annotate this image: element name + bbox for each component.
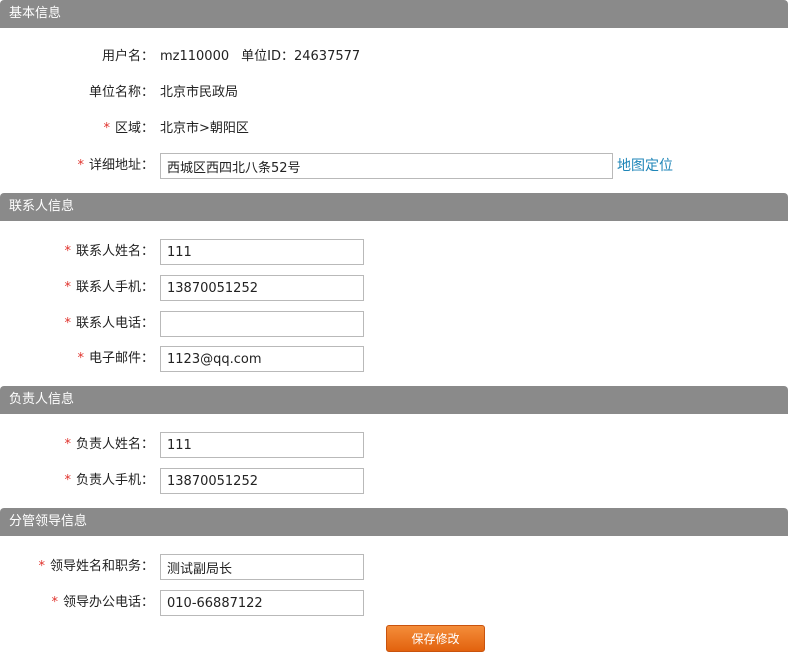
- username-value: mz110000: [160, 49, 230, 64]
- address-label-group: * 详细地址：: [77, 152, 154, 180]
- principal-mobile-label-group: * 负责人手机：: [64, 467, 154, 495]
- principal-mobile-label: 负责人手机：: [75, 473, 154, 488]
- required-mark: *: [103, 121, 110, 136]
- unit-id-label: 单位ID：: [241, 49, 294, 64]
- principal-name-row: * 负责人姓名：: [0, 431, 788, 459]
- region-label-group: * 区域：: [103, 115, 154, 143]
- leader-office-phone-input[interactable]: [160, 590, 364, 616]
- username-value-group: mz110000 单位ID：24637577: [160, 43, 360, 71]
- email-label-group: * 电子邮件：: [77, 345, 154, 373]
- contact-name-label-group: * 联系人姓名：: [64, 238, 154, 266]
- contact-phone-label-group: * 联系人电话：: [64, 310, 154, 338]
- unit-name-value: 北京市民政局: [160, 85, 239, 100]
- contact-name-row: * 联系人姓名：: [0, 238, 788, 266]
- leader-office-phone-row: * 领导办公电话：: [0, 589, 788, 617]
- map-locate-link[interactable]: 地图定位: [617, 152, 673, 180]
- leader-name-title-row: * 领导姓名和职务：: [0, 553, 788, 581]
- contact-name-label: 联系人姓名：: [75, 244, 154, 259]
- principal-mobile-row: * 负责人手机：: [0, 467, 788, 495]
- contact-phone-input[interactable]: [160, 311, 364, 337]
- required-mark: *: [64, 280, 71, 295]
- unit-name-row: 单位名称： 北京市民政局: [0, 79, 788, 107]
- region-row: * 区域： 北京市>朝阳区: [0, 115, 788, 143]
- leader-name-title-label-group: * 领导姓名和职务：: [38, 553, 154, 581]
- leader-name-title-input[interactable]: [160, 554, 364, 580]
- address-label: 详细地址：: [88, 158, 154, 173]
- username-row: 用户名： mz110000 单位ID：24637577: [0, 43, 788, 71]
- contact-mobile-label-group: * 联系人手机：: [64, 274, 154, 302]
- required-mark: *: [51, 595, 58, 610]
- section-header-principal: 负责人信息: [0, 386, 788, 414]
- section-header-leader: 分管领导信息: [0, 508, 788, 536]
- leader-name-title-label: 领导姓名和职务：: [49, 559, 154, 574]
- contact-phone-row: * 联系人电话：: [0, 310, 788, 338]
- section-header-contact: 联系人信息: [0, 193, 788, 221]
- email-input[interactable]: [160, 346, 364, 372]
- address-input[interactable]: [160, 153, 613, 179]
- principal-name-input[interactable]: [160, 432, 364, 458]
- unit-name-label: 单位名称：: [88, 85, 154, 100]
- contact-phone-label: 联系人电话：: [75, 316, 154, 331]
- required-mark: *: [38, 559, 45, 574]
- leader-office-phone-label-group: * 领导办公电话：: [51, 589, 154, 617]
- contact-mobile-label: 联系人手机：: [75, 280, 154, 295]
- required-mark: *: [64, 437, 71, 452]
- region-label: 区域：: [114, 121, 154, 136]
- section-header-basic: 基本信息: [0, 0, 788, 28]
- principal-name-label-group: * 负责人姓名：: [64, 431, 154, 459]
- username-label: 用户名：: [101, 49, 154, 64]
- email-row: * 电子邮件：: [0, 345, 788, 373]
- save-button[interactable]: 保存修改: [386, 625, 485, 652]
- required-mark: *: [77, 158, 84, 173]
- required-mark: *: [77, 351, 84, 366]
- region-value: 北京市>朝阳区: [160, 121, 249, 136]
- principal-mobile-input[interactable]: [160, 468, 364, 494]
- contact-name-input[interactable]: [160, 239, 364, 265]
- email-label: 电子邮件：: [88, 351, 154, 366]
- principal-name-label: 负责人姓名：: [75, 437, 154, 452]
- required-mark: *: [64, 244, 71, 259]
- unit-id-value: 24637577: [293, 49, 361, 64]
- leader-office-phone-label: 领导办公电话：: [62, 595, 154, 610]
- required-mark: *: [64, 316, 71, 331]
- address-row: * 详细地址： 地图定位: [0, 152, 788, 180]
- contact-mobile-input[interactable]: [160, 275, 364, 301]
- required-mark: *: [64, 473, 71, 488]
- contact-mobile-row: * 联系人手机：: [0, 274, 788, 302]
